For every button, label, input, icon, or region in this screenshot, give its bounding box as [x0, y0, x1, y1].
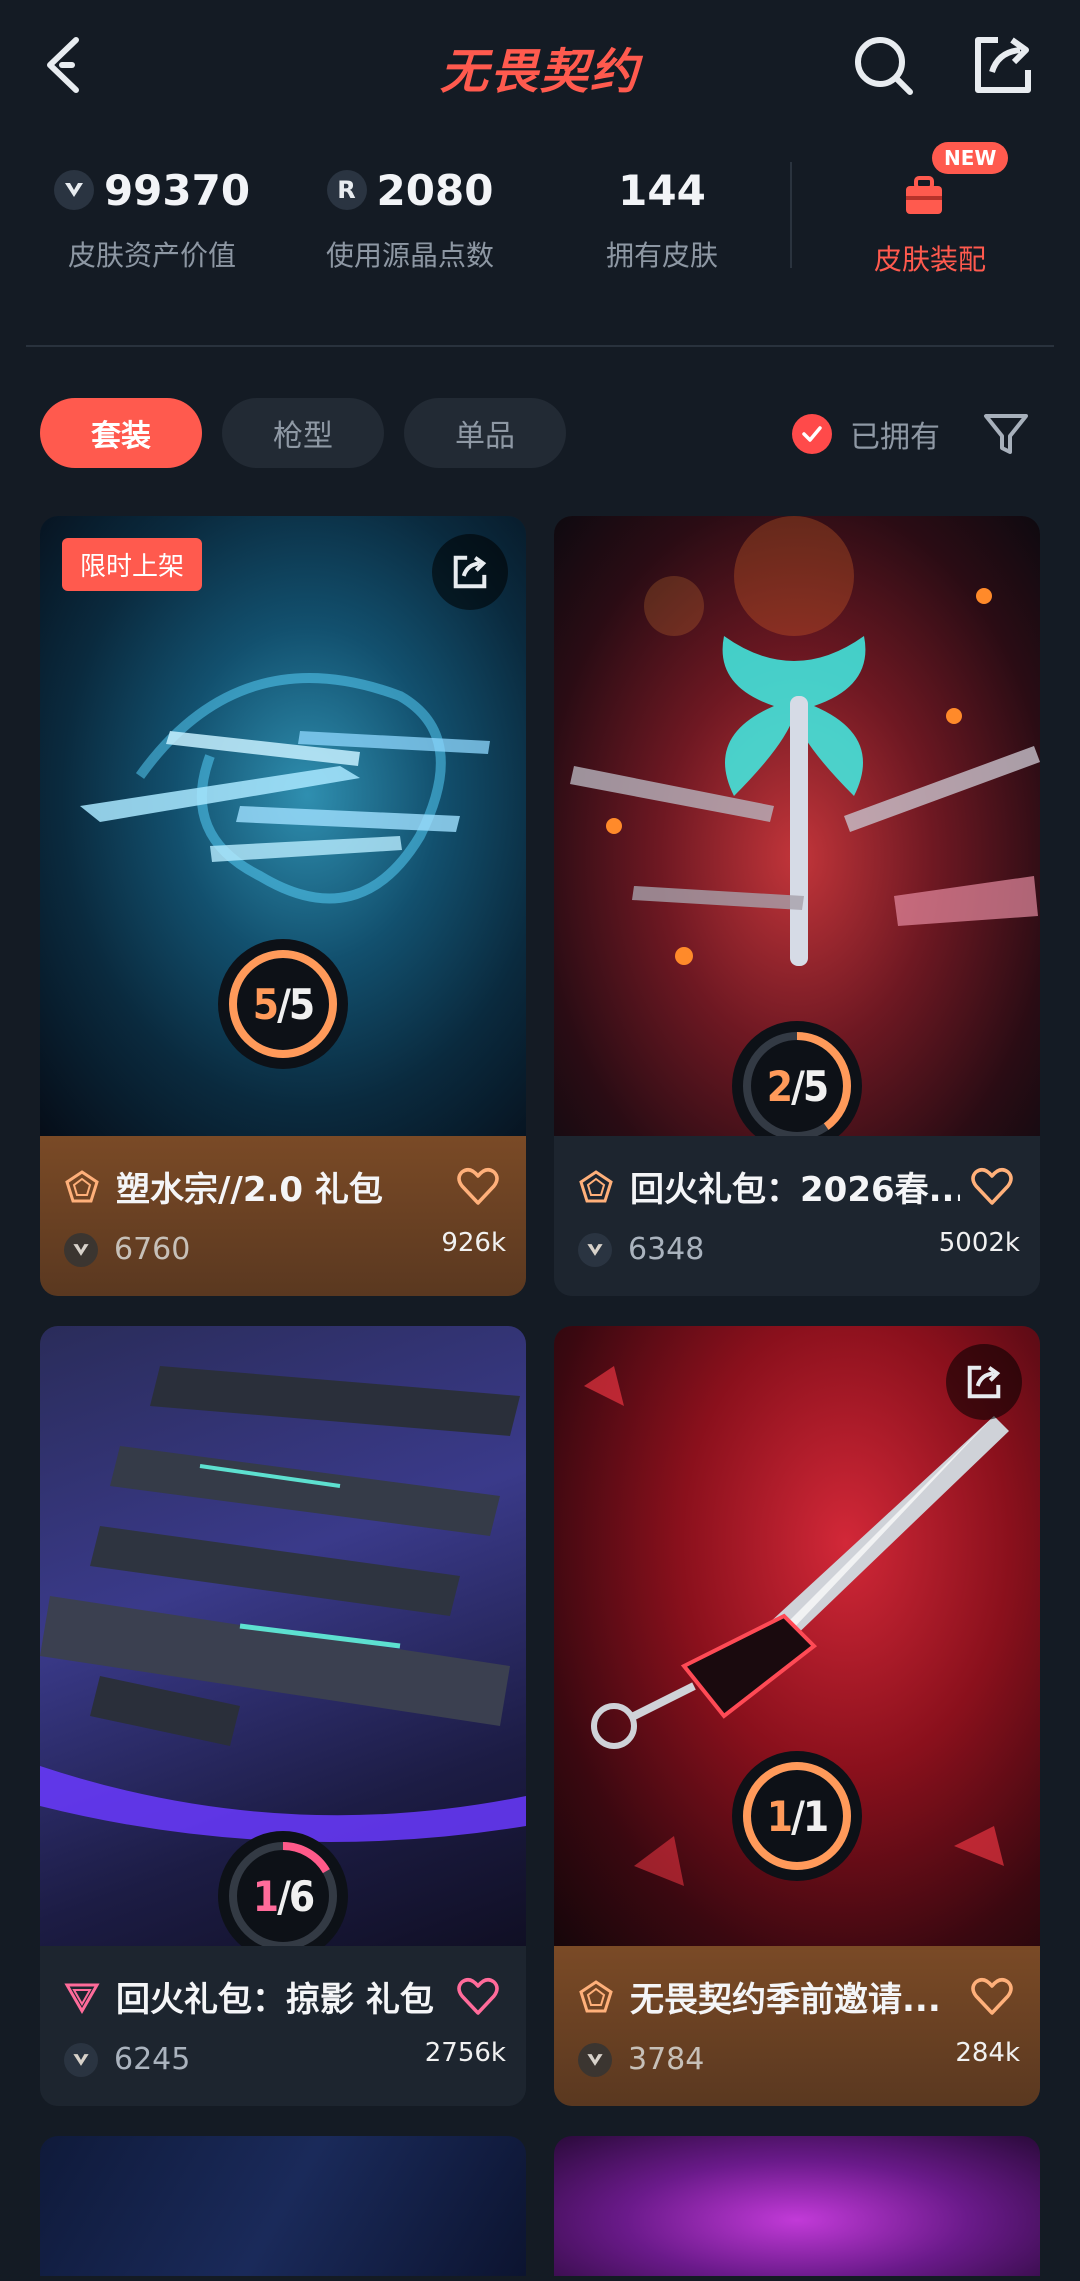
asset-value-stat: 99370 皮肤资产价值	[32, 160, 272, 274]
skin-loadout-button[interactable]: NEW 皮肤装配	[820, 142, 1040, 278]
stats-bar: 99370 皮肤资产价值 R 2080 使用源晶点数 144 拥有皮肤 NEW …	[0, 142, 1080, 290]
like-count: 284k	[955, 2038, 1020, 2068]
valorant-points-icon	[578, 2042, 612, 2077]
owned-skins-value: 144	[618, 165, 706, 215]
tier-icon	[579, 1979, 613, 2012]
valorant-points-icon	[64, 2042, 98, 2077]
bundle-card[interactable]: 1/1 无畏契约季前邀请... 3784 284k	[554, 1326, 1040, 2106]
ownership-progress: 2/5	[732, 1021, 862, 1151]
radianite-icon: R	[326, 170, 367, 210]
bundle-name: 回火礼包：掠影 礼包	[116, 1980, 434, 2020]
valorant-points-icon	[578, 1232, 612, 1267]
ownership-progress: 1/1	[732, 1751, 862, 1881]
bundle-card[interactable]: 2/5 回火礼包：2026春... 6348 5002k	[554, 516, 1040, 1296]
category-tabs: 套装 枪型 单品	[40, 398, 566, 468]
like-count: 926k	[441, 1228, 506, 1258]
tab-bundles[interactable]: 套装	[40, 398, 202, 468]
skin-loadout-label: 皮肤装配	[873, 243, 986, 276]
bundle-name: 塑水宗//2.0 礼包	[116, 1170, 383, 1210]
ownership-progress: 1/6	[218, 1831, 348, 1961]
card-share-icon[interactable]	[432, 534, 508, 610]
total-count: 5	[802, 1061, 829, 1111]
bundle-card[interactable]: 1/6 回火礼包：掠影 礼包 6245 2756k	[40, 1326, 526, 2106]
header-divider	[26, 345, 1054, 347]
radianite-label: 使用源晶点数	[325, 239, 494, 272]
bundle-info: 无畏契约季前邀请... 3784 284k	[554, 1946, 1040, 2106]
bundle-info: 塑水宗//2.0 礼包 6760 926k	[40, 1136, 526, 1296]
asset-value-label: 皮肤资产价值	[67, 239, 236, 272]
owned-count: 5	[252, 979, 279, 1029]
total-count: 6	[288, 1871, 315, 1921]
filter-icon[interactable]	[980, 408, 1032, 460]
owned-skins-stat: 144 拥有皮肤	[542, 160, 782, 274]
bundle-artwork: 2/5	[554, 516, 1040, 1151]
bundle-price: 6348	[628, 1232, 705, 1267]
asset-value: 99370	[103, 165, 251, 215]
owned-count: 2	[766, 1061, 793, 1111]
bundle-artwork: 1/6	[40, 1326, 526, 1961]
total-count: 5	[288, 979, 315, 1029]
top-bar: 无畏契约	[0, 0, 1080, 130]
favorite-heart-icon[interactable]	[970, 1166, 1014, 1206]
bundle-name: 回火礼包：2026春...	[630, 1170, 960, 1210]
radianite-stat: R 2080 使用源晶点数	[290, 160, 530, 274]
bundle-artwork: 限时上架 5/5	[40, 516, 526, 1136]
checkmark-icon	[792, 414, 832, 454]
tab-weapon-type[interactable]: 枪型	[222, 398, 384, 468]
bundle-card-partial[interactable]	[554, 2136, 1040, 2276]
bundle-name: 无畏契约季前邀请...	[630, 1980, 941, 2020]
bundle-price: 3784	[628, 2042, 705, 2077]
skin-collection-page: 无畏契约 99370 皮肤资产价值 R 2080 使用源晶点数 144 拥有皮肤…	[0, 0, 1080, 2281]
tab-single-item[interactable]: 单品	[404, 398, 566, 468]
search-icon[interactable]	[848, 30, 918, 100]
owned-filter-toggle[interactable]: 已拥有	[792, 410, 940, 458]
like-count: 5002k	[938, 1228, 1020, 1258]
tier-icon	[65, 1169, 99, 1202]
bundle-price: 6760	[114, 1232, 191, 1267]
like-count: 2756k	[424, 2038, 506, 2068]
favorite-heart-icon[interactable]	[456, 1976, 500, 2016]
bundle-price: 6245	[114, 2042, 191, 2077]
radianite-value: 2080	[376, 165, 494, 215]
new-badge: NEW	[932, 142, 1009, 174]
bundle-artwork: 1/1	[554, 1326, 1040, 1946]
ownership-progress: 5/5	[218, 939, 348, 1069]
stats-divider	[790, 162, 792, 268]
owned-count: 1	[766, 1791, 793, 1841]
total-count: 1	[802, 1791, 829, 1841]
bundle-info: 回火礼包：掠影 礼包 6245 2756k	[40, 1946, 526, 2106]
page-title: 无畏契约	[439, 44, 640, 100]
limited-time-badge: 限时上架	[62, 538, 203, 591]
bundle-card-partial[interactable]	[40, 2136, 526, 2276]
bundle-info: 回火礼包：2026春... 6348 5002k	[554, 1136, 1040, 1296]
share-icon[interactable]	[968, 30, 1038, 100]
bundle-card[interactable]: 限时上架 5/5 塑水宗//2.0 礼包 6760 926k	[40, 516, 526, 1296]
valorant-points-icon	[64, 1232, 98, 1267]
tier-icon	[64, 1983, 100, 2014]
owned-count: 1	[252, 1871, 279, 1921]
favorite-heart-icon[interactable]	[970, 1976, 1014, 2016]
favorite-heart-icon[interactable]	[456, 1166, 500, 1206]
valorant-points-icon	[53, 170, 94, 210]
loadout-bag-icon	[906, 176, 942, 214]
owned-skins-label: 拥有皮肤	[605, 239, 718, 272]
card-share-icon[interactable]	[946, 1344, 1022, 1420]
owned-filter-label: 已拥有	[850, 420, 940, 455]
tier-icon	[579, 1169, 613, 1202]
